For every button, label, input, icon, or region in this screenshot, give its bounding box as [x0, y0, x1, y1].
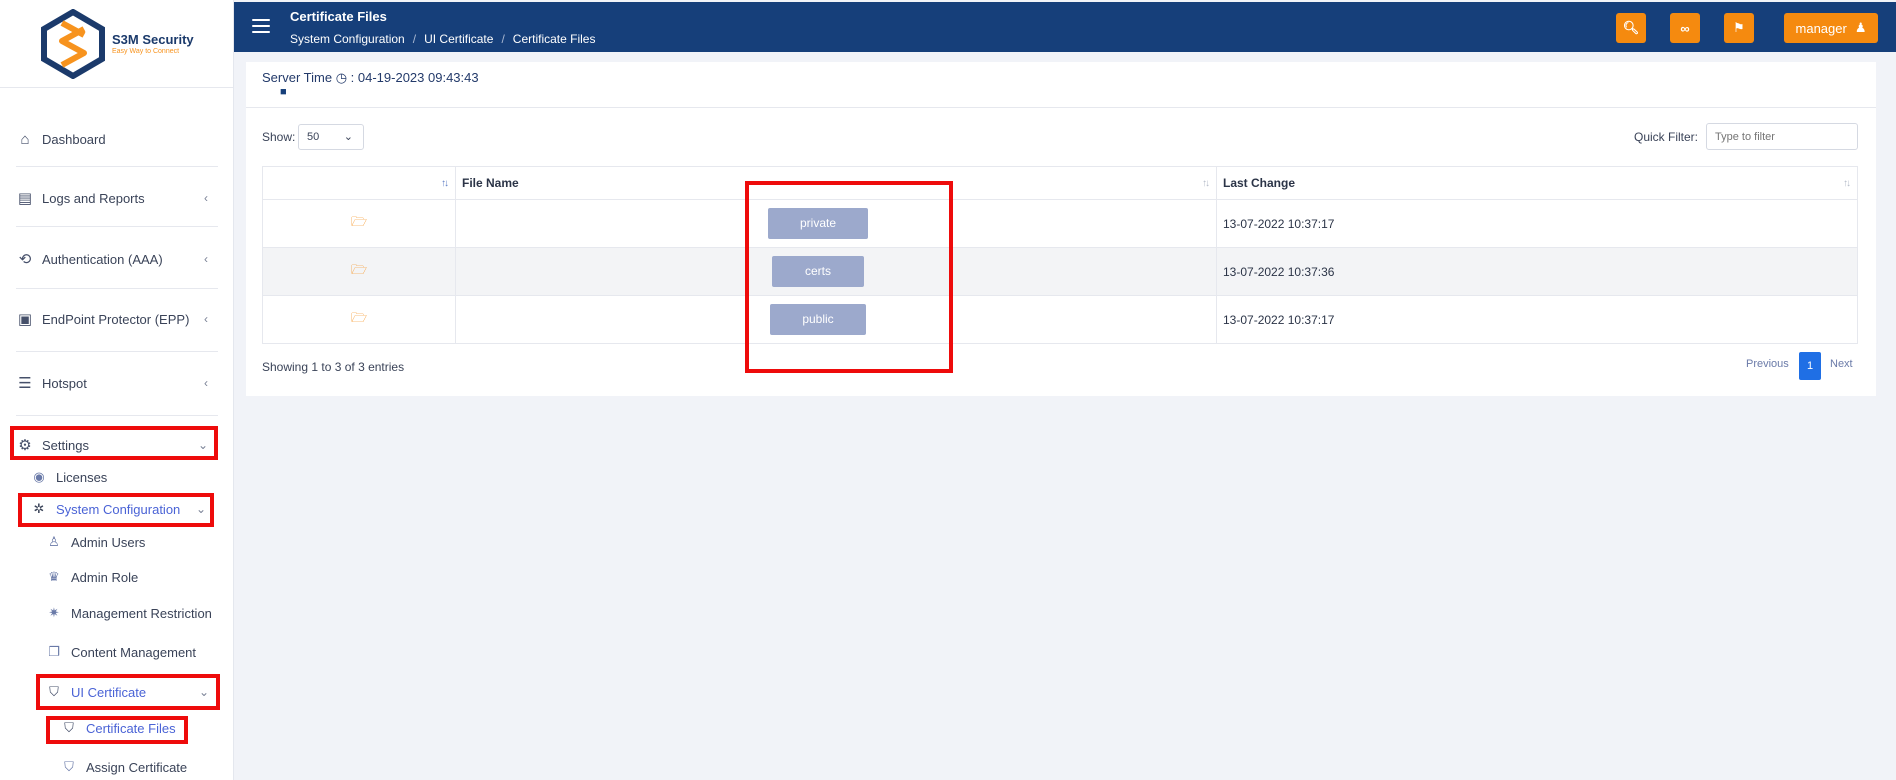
breadcrumb-item: Certificate Files	[512, 32, 596, 46]
pagination-page[interactable]: 1	[1799, 352, 1821, 380]
home-icon: ⌂	[20, 130, 30, 148]
folder-icon: ■	[280, 86, 287, 98]
table-row: 🗁 public 13-07-2022 10:37:17	[262, 295, 1858, 344]
sidebar-item-label: Admin Role	[71, 569, 139, 585]
last-change-cell: 13-07-2022 10:37:17	[1216, 199, 1858, 248]
infinity-icon: ∞	[1680, 20, 1690, 36]
sidebar-item-label: Authentication (AAA)	[42, 251, 163, 267]
table-row: 🗁 certs 13-07-2022 10:37:36	[262, 247, 1858, 296]
folder-open-icon[interactable]: 🗁	[351, 310, 367, 325]
sidebar-item-label: Dashboard	[42, 131, 106, 147]
sidebar: S3M Security Easy Way to Connect ⌂ Dashb…	[0, 0, 234, 780]
last-change-cell: 13-07-2022 10:37:36	[1216, 247, 1858, 296]
top-header: Certificate Files System Configuration /…	[234, 2, 1896, 52]
restriction-icon: ✷	[48, 605, 60, 620]
user-icon: ♙	[48, 534, 60, 549]
column-header-icon[interactable]: ↑↓	[262, 166, 456, 200]
calendar-check-icon: ▣	[17, 311, 33, 328]
sidebar-item-assign-certificate[interactable]: ⛉ Assign Certificate	[60, 758, 187, 776]
pagination-previous[interactable]: Previous	[1746, 358, 1789, 370]
user-icon: ♟	[1854, 20, 1867, 35]
breadcrumb-item[interactable]: UI Certificate	[424, 32, 493, 46]
sidebar-item-label: Content Management	[71, 644, 197, 660]
highlight-box	[745, 181, 953, 373]
folder-open-icon[interactable]: 🗁	[351, 214, 367, 229]
sidebar-item-label: Logs and Reports	[42, 190, 145, 206]
sidebar-item-label: Admin Users	[71, 534, 146, 550]
sidebar-item-label: Assign Certificate	[86, 759, 188, 775]
report-icon: ▤	[17, 190, 33, 207]
sidebar-item-label: Hotspot	[42, 375, 87, 391]
sidebar-item-admin-users[interactable]: ♙ Admin Users	[45, 533, 145, 551]
clock-icon: ◷	[335, 70, 348, 85]
breadcrumb: System Configuration / UI Certificate / …	[290, 32, 596, 46]
highlight-box	[36, 674, 220, 710]
highlight-box	[10, 426, 218, 460]
chevron-left-icon: ‹	[204, 376, 208, 390]
license-icon: ◉	[33, 469, 45, 484]
list-icon: ☰	[18, 375, 32, 392]
chevron-down-icon: ⌄	[343, 131, 353, 143]
crown-icon: ♛	[48, 569, 60, 584]
sort-icon: ↑↓	[441, 178, 449, 189]
sidebar-item-logs-and-reports[interactable]: ▤ Logs and Reports ‹	[16, 189, 218, 207]
search-button[interactable]: 🔍︎	[1616, 13, 1646, 43]
chevron-left-icon: ‹	[204, 252, 208, 266]
sidebar-item-authentication[interactable]: ⟲ Authentication (AAA) ‹	[16, 250, 218, 268]
page-title: Certificate Files	[290, 9, 387, 24]
link-button[interactable]: ∞	[1670, 13, 1700, 43]
column-header-last-change[interactable]: Last Change ↑↓	[1216, 166, 1858, 200]
brand-logo-icon	[40, 8, 106, 79]
certificate-files-card: Show: 50 ⌄ Quick Filter: ↑↓ File Name ↑↓…	[246, 108, 1876, 396]
sidebar-item-dashboard[interactable]: ⌂ Dashboard	[16, 130, 218, 148]
user-name: manager	[1795, 20, 1847, 36]
shield-icon: ⛉	[64, 759, 74, 774]
chevron-left-icon: ‹	[204, 191, 208, 205]
logo: S3M Security Easy Way to Connect	[0, 0, 233, 88]
pagination-next[interactable]: Next	[1830, 358, 1853, 370]
page-size-select[interactable]: 50 ⌄	[298, 124, 364, 150]
server-time: Server Time ◷ : 04-19-2023 09:43:43	[262, 70, 479, 85]
sidebar-item-licenses[interactable]: ◉ Licenses	[30, 468, 107, 486]
entries-info: Showing 1 to 3 of 3 entries	[262, 360, 405, 374]
brand-tagline: Easy Way to Connect	[112, 48, 180, 55]
sidebar-item-content-management[interactable]: ❐ Content Management	[45, 643, 196, 661]
auth-icon: ⟲	[18, 251, 32, 268]
quick-filter-label: Quick Filter:	[1634, 130, 1699, 144]
breadcrumb-item[interactable]: System Configuration	[290, 32, 405, 46]
sort-icon: ↑↓	[1843, 178, 1851, 189]
sidebar-item-endpoint-protector[interactable]: ▣ EndPoint Protector (EPP) ‹	[16, 310, 218, 328]
folder-open-icon[interactable]: 🗁	[351, 262, 367, 277]
show-label: Show:	[262, 130, 296, 144]
highlight-box	[18, 493, 214, 527]
sidebar-item-label: Management Restriction	[71, 605, 212, 621]
user-menu-button[interactable]: manager ♟	[1784, 13, 1878, 43]
sort-icon: ↑↓	[1202, 178, 1210, 189]
sidebar-item-hotspot[interactable]: ☰ Hotspot ‹	[16, 374, 218, 392]
flag-button[interactable]: ⚑	[1724, 13, 1754, 43]
table-row: 🗁 private 13-07-2022 10:37:17	[262, 199, 1858, 248]
highlight-box	[46, 716, 188, 744]
search-icon: 🔍︎	[1622, 20, 1640, 35]
last-change-cell: 13-07-2022 10:37:17	[1216, 295, 1858, 344]
hamburger-menu-icon[interactable]	[252, 19, 270, 33]
sidebar-item-label: EndPoint Protector (EPP)	[42, 311, 190, 327]
sidebar-item-management-restriction[interactable]: ✷ Management Restriction	[45, 604, 212, 622]
chevron-left-icon: ‹	[204, 312, 208, 326]
brand-name: S3M Security	[112, 32, 194, 47]
copy-icon: ❐	[48, 644, 60, 659]
server-time-bar: Server Time ◷ : 04-19-2023 09:43:43 ■	[246, 62, 1876, 108]
quick-filter-input[interactable]	[1706, 123, 1858, 150]
flag-icon: ⚑	[1733, 20, 1745, 35]
files-table: ↑↓ File Name ↑↓ Last Change ↑↓ 🗁 private…	[262, 166, 1858, 344]
sidebar-item-label: Licenses	[56, 469, 108, 485]
sidebar-item-admin-role[interactable]: ♛ Admin Role	[45, 568, 138, 586]
